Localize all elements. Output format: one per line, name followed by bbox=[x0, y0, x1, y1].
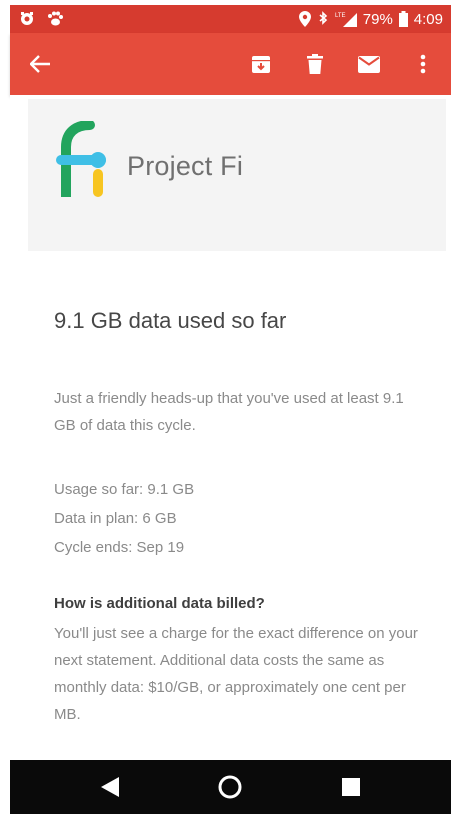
archive-icon bbox=[252, 56, 270, 73]
system-nav-bar bbox=[10, 760, 451, 814]
signal-icon: LTE bbox=[335, 11, 357, 27]
project-fi-logo-icon bbox=[56, 120, 112, 202]
cycle-end: Cycle ends: Sep 19 bbox=[54, 539, 185, 556]
network-label: LTE bbox=[335, 13, 346, 19]
data-in-plan: Data in plan: 6 GB bbox=[54, 510, 177, 527]
archive-button[interactable] bbox=[245, 48, 277, 80]
back-triangle-icon bbox=[101, 777, 120, 797]
notification-icon bbox=[18, 11, 36, 27]
arrow-left-icon bbox=[30, 55, 50, 73]
usage-so-far: Usage so far: 9.1 GB bbox=[54, 481, 195, 498]
mark-unread-icon bbox=[358, 55, 380, 73]
brand-name: Project Fi bbox=[127, 151, 244, 181]
location-icon bbox=[298, 11, 311, 27]
brand-banner: Project Fi bbox=[28, 99, 446, 251]
intro-text: Just a friendly heads-up that you've use… bbox=[54, 390, 404, 434]
recents-square-icon bbox=[341, 778, 360, 796]
mark-unread-button[interactable] bbox=[353, 48, 385, 80]
back-button[interactable] bbox=[22, 46, 58, 82]
home-circle-icon bbox=[218, 775, 242, 799]
faq-title: How is additional data billed? bbox=[54, 595, 265, 612]
email-headline: 9.1 GB data used so far bbox=[54, 308, 287, 333]
faq-body: You'll just see a charge for the exact d… bbox=[54, 625, 418, 723]
more-icon bbox=[420, 54, 426, 74]
paw-icon bbox=[46, 11, 64, 27]
delete-icon bbox=[307, 54, 323, 74]
nav-recents-button[interactable] bbox=[327, 763, 375, 811]
battery-level: 79% bbox=[362, 10, 393, 28]
battery-icon bbox=[398, 11, 408, 27]
app-bar bbox=[10, 33, 451, 95]
nav-back-button[interactable] bbox=[86, 763, 134, 811]
clock: 4:09 bbox=[413, 10, 443, 28]
usage-stats: Usage so far: 9.1 GB Data in plan: 6 GB … bbox=[54, 475, 194, 562]
status-bar: LTE 79% 4:09 bbox=[10, 5, 451, 33]
delete-button[interactable] bbox=[299, 48, 331, 80]
more-button[interactable] bbox=[407, 48, 439, 80]
email-body[interactable]: Project Fi 9.1 GB data used so far Just … bbox=[10, 95, 451, 760]
nav-home-button[interactable] bbox=[206, 763, 254, 811]
bluetooth-icon bbox=[317, 11, 329, 27]
